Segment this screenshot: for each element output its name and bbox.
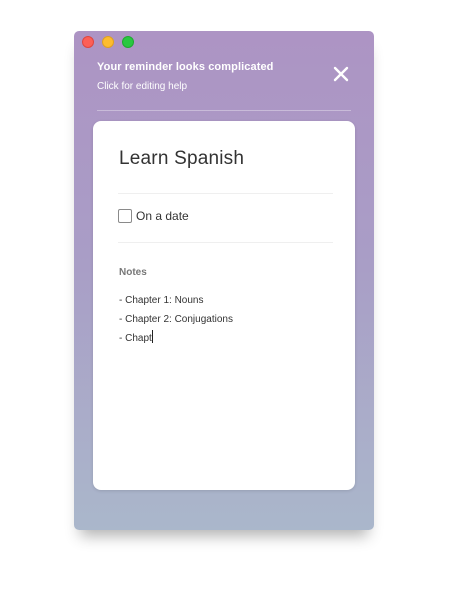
banner-title: Your reminder looks complicated [97, 61, 274, 73]
close-x-icon [333, 66, 349, 82]
window-maximize-button[interactable] [122, 36, 134, 48]
note-line-current: - Chapt [119, 329, 329, 348]
notes-textarea[interactable]: - Chapter 1: Nouns - Chapter 2: Conjugat… [119, 291, 329, 471]
banner-subtitle[interactable]: Click for editing help [97, 81, 317, 92]
note-line: - Chapter 2: Conjugations [119, 314, 233, 325]
window-controls [82, 36, 134, 48]
on-a-date-option[interactable]: On a date [118, 209, 189, 223]
text-cursor [151, 330, 153, 343]
window-minimize-button[interactable] [102, 36, 114, 48]
date-divider [118, 242, 333, 243]
reminder-title[interactable]: Learn Spanish [119, 148, 244, 170]
window-close-button[interactable] [82, 36, 94, 48]
banner-divider [97, 110, 351, 111]
note-line-text: - Chapt [119, 333, 152, 344]
on-a-date-label[interactable]: On a date [136, 209, 189, 223]
help-banner[interactable]: Your reminder looks complicated Click fo… [97, 61, 317, 92]
reminder-window: Your reminder looks complicated Click fo… [74, 31, 374, 530]
note-line: - Chapter 1: Nouns [119, 295, 204, 306]
title-divider [118, 193, 333, 194]
on-a-date-checkbox[interactable] [118, 209, 132, 223]
dismiss-banner-button[interactable] [332, 65, 350, 83]
reminder-card: Learn Spanish On a date Notes - Chapter … [93, 121, 355, 490]
notes-heading: Notes [119, 267, 147, 278]
